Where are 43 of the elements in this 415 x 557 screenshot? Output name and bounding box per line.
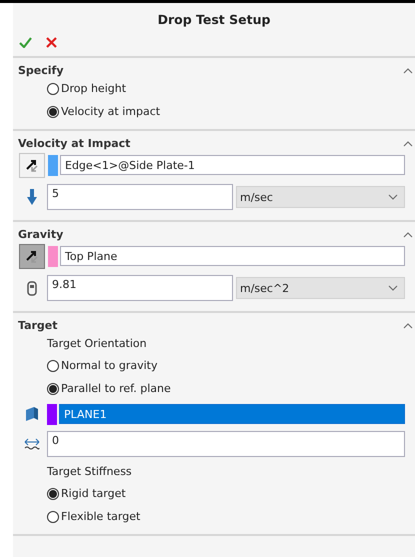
collapse-button[interactable] [403, 140, 413, 146]
value-field[interactable]: 5 [47, 184, 233, 210]
radio-label: Flexible target [61, 510, 140, 523]
unit-dropdown[interactable]: m/sec^2 [236, 277, 405, 299]
panel-title: Drop Test Setup [156, 11, 272, 29]
group-label: Target Stiffness [47, 464, 132, 478]
selection-field[interactable]: Top Plane [60, 246, 405, 266]
radio-button[interactable] [47, 82, 59, 94]
section-header: Velocity at Impact [18, 137, 130, 150]
radio-label: Velocity at impact [61, 105, 160, 118]
ok-button[interactable] [19, 37, 32, 48]
chevron-down-icon [388, 285, 398, 291]
radio-label: Normal to gravity [61, 359, 158, 372]
collapse-button[interactable] [403, 68, 413, 74]
arrows-icon [24, 157, 40, 173]
collapse-button[interactable] [403, 232, 413, 238]
collapse-button[interactable] [403, 322, 413, 328]
direction-button[interactable] [19, 152, 45, 178]
radio-button[interactable] [47, 382, 59, 394]
weight-icon [27, 280, 37, 296]
radio-label: Drop height [61, 82, 126, 95]
selection-field[interactable]: PLANE1 [59, 404, 405, 424]
section-header: Specify [18, 64, 64, 77]
unit-dropdown[interactable]: m/sec [236, 186, 405, 208]
down-arrow-icon [26, 188, 38, 206]
arrows-icon [24, 248, 40, 264]
radio-button[interactable] [47, 510, 59, 522]
radio-button[interactable] [47, 106, 59, 118]
section-header: Gravity [18, 228, 64, 241]
group-label: Target Orientation [47, 336, 147, 350]
selection-field[interactable]: Edge<1>@Side Plate-1 [60, 155, 405, 175]
radio-label: Parallel to ref. plane [61, 382, 171, 395]
offset-icon [24, 438, 40, 450]
radio-button[interactable] [47, 360, 59, 372]
cancel-button[interactable] [46, 37, 57, 48]
plane-icon [25, 406, 39, 422]
radio-button[interactable] [47, 488, 59, 500]
radio-label: Rigid target [61, 487, 126, 500]
value-field[interactable]: 0 [47, 431, 405, 457]
section-header: Target [18, 319, 58, 332]
chevron-down-icon [388, 194, 398, 200]
value-field[interactable]: 9.81 [47, 275, 233, 301]
direction-button[interactable] [19, 244, 45, 268]
